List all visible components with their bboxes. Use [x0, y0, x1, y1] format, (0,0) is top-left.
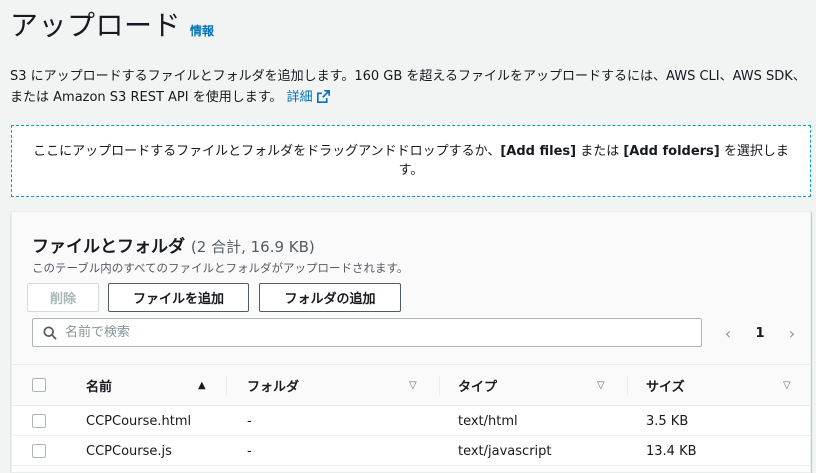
file-size: 13.4 KB	[646, 443, 697, 459]
add-folders-hint: [Add folders]	[623, 144, 720, 159]
sort-icon: ▽	[409, 379, 417, 391]
next-page-icon[interactable]: ›	[784, 324, 800, 343]
drop-zone[interactable]: ここにアップロードするファイルとフォルダをドラッグアンドドロップするか、[Add…	[11, 125, 811, 197]
column-header-type[interactable]: タイプ ▽	[458, 365, 608, 405]
pagination: ‹ 1 ›	[720, 322, 800, 344]
files-panel-description: このテーブル内のすべてのファイルとフォルダがアップロードされます。	[32, 261, 409, 275]
file-folder: -	[247, 413, 252, 429]
column-divider[interactable]	[226, 376, 227, 396]
page-title: アップロード	[10, 9, 182, 42]
file-type: text/html	[458, 413, 518, 429]
column-divider[interactable]	[439, 376, 440, 396]
file-size: 3.5 KB	[646, 413, 689, 429]
file-name: CCPCourse.js	[86, 443, 172, 459]
file-folder: -	[247, 443, 252, 459]
search-icon	[43, 325, 57, 340]
info-link[interactable]: 情報	[190, 22, 214, 39]
description-text: S3 にアップロードするファイルとフォルダを追加します。160 GB を超えるフ…	[10, 69, 806, 105]
column-header-folder[interactable]: フォルダ ▽	[247, 365, 422, 405]
sort-icon: ▽	[597, 379, 605, 391]
search-input[interactable]	[65, 325, 665, 340]
file-type: text/javascript	[458, 443, 552, 459]
table-header: 名前 ▲ フォルダ ▽ タイプ ▽ サイズ ▽	[12, 364, 810, 406]
detail-link-label: 詳細	[286, 90, 313, 105]
files-panel: ファイルとフォルダ (2 合計, 16.9 KB) このテーブル内のすべてのファ…	[11, 211, 811, 473]
prev-page-icon[interactable]: ‹	[720, 324, 736, 343]
search-box	[32, 318, 702, 347]
files-panel-header: ファイルとフォルダ (2 合計, 16.9 KB) このテーブル内のすべてのファ…	[12, 212, 810, 364]
column-header-name[interactable]: 名前 ▲	[86, 365, 216, 405]
external-link-icon	[316, 90, 330, 103]
column-divider[interactable]	[627, 376, 628, 396]
sort-ascending-icon: ▲	[198, 379, 206, 391]
drop-zone-text: ここにアップロードするファイルとフォルダをドラッグアンドドロップするか、[Add…	[33, 144, 789, 178]
add-files-button[interactable]: ファイルを追加	[108, 283, 249, 312]
add-folder-button[interactable]: フォルダの追加	[259, 283, 401, 312]
sort-icon: ▽	[783, 379, 791, 391]
file-name: CCPCourse.html	[86, 413, 192, 429]
table-row[interactable]: CCPCourse.html - text/html 3.5 KB	[12, 406, 810, 436]
files-count: (2 合計, 16.9 KB)	[190, 238, 315, 256]
current-page[interactable]: 1	[755, 326, 764, 341]
row-checkbox[interactable]	[32, 444, 46, 458]
select-all-checkbox[interactable]	[32, 378, 46, 392]
delete-button[interactable]: 削除	[27, 283, 99, 312]
detail-link[interactable]: 詳細	[287, 90, 330, 105]
row-checkbox[interactable]	[32, 414, 46, 428]
files-panel-title: ファイルとフォルダ (2 合計, 16.9 KB)	[32, 237, 315, 257]
column-header-size[interactable]: サイズ ▽	[646, 365, 796, 405]
table-row[interactable]: CCPCourse.js - text/javascript 13.4 KB	[12, 436, 810, 466]
page-description: S3 にアップロードするファイルとフォルダを追加します。160 GB を超えるフ…	[10, 66, 810, 108]
add-files-hint: [Add files]	[500, 144, 577, 159]
